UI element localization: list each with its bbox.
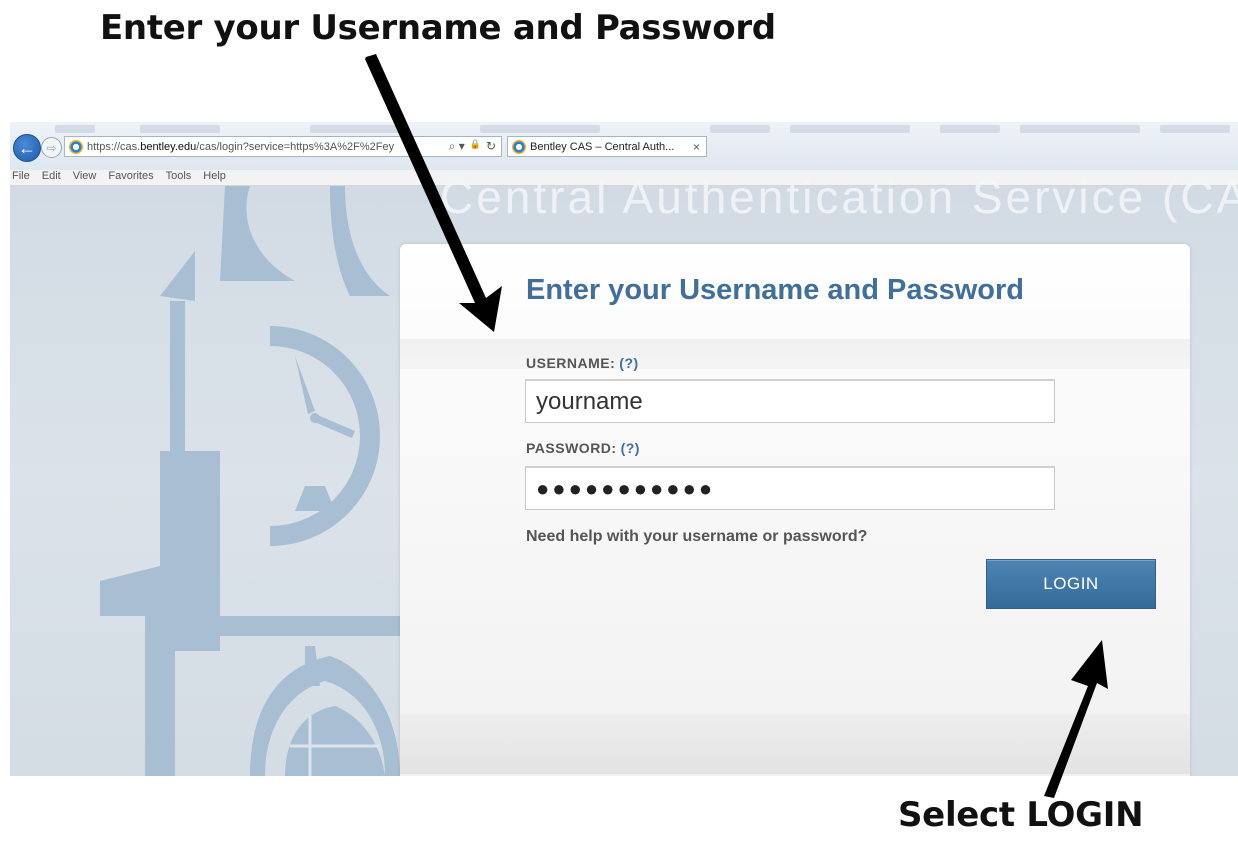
favorites-strip (140, 125, 220, 133)
clock-tower-watermark (100, 186, 420, 776)
login-heading: Enter your Username and Password (526, 274, 1024, 306)
instruction-caption-top: Enter your Username and Password (100, 8, 776, 48)
forward-button[interactable]: ⇨ (41, 137, 62, 158)
username-field[interactable] (525, 379, 1055, 423)
page-content: Central Authentication Service (CAS) Ent… (10, 171, 1238, 776)
username-label: USERNAME: (?) (526, 355, 639, 371)
menu-item-tools[interactable]: Tools (166, 170, 192, 185)
login-card: Enter your Username and Password USERNAM… (400, 244, 1190, 776)
login-button[interactable]: LOGIN (986, 559, 1156, 609)
address-bar[interactable]: https://cas.bentley.edu/cas/login?servic… (64, 136, 502, 157)
help-link[interactable]: Need help with your username or password… (526, 528, 867, 546)
url-text: https://cas.bentley.edu/cas/login?servic… (87, 141, 394, 153)
browser-screenshot: ← ⇨ https://cas.bentley.edu/cas/login?se… (10, 122, 1238, 776)
ie-logo-icon (512, 139, 526, 154)
search-icon[interactable]: ⌕ ▾ (449, 139, 465, 154)
password-label: PASSWORD: (?) (526, 440, 640, 456)
back-arrow-icon: ← (18, 138, 36, 158)
password-field[interactable] (525, 466, 1055, 510)
menu-item-view[interactable]: View (73, 170, 97, 185)
password-label-text: PASSWORD: (526, 440, 617, 456)
favorites-strip (55, 125, 95, 133)
favorites-strip (710, 125, 770, 133)
address-tools: ⌕ ▾ 🔒 ↻ (449, 139, 501, 154)
ie-logo-icon (69, 139, 83, 154)
browser-tab[interactable]: Bentley CAS – Central Auth... × (507, 136, 707, 157)
tab-title: Bentley CAS – Central Auth... (530, 140, 675, 153)
close-icon[interactable]: × (693, 140, 706, 154)
menu-item-help[interactable]: Help (203, 170, 226, 185)
browser-toolbar: ← ⇨ https://cas.bentley.edu/cas/login?se… (10, 122, 1238, 170)
favorites-strip (940, 125, 1000, 133)
forward-arrow-icon: ⇨ (46, 140, 57, 155)
instruction-caption-bottom: Select LOGIN (898, 795, 1144, 835)
card-footer (400, 714, 1190, 774)
url-prefix: https://cas. (87, 140, 141, 153)
username-help-link[interactable]: (?) (619, 355, 638, 371)
back-button[interactable]: ← (13, 134, 41, 162)
menu-item-edit[interactable]: Edit (42, 170, 61, 185)
lock-icon[interactable]: 🔒 (470, 139, 481, 154)
menu-item-favorites[interactable]: Favorites (108, 170, 153, 185)
favorites-strip (1020, 125, 1140, 133)
favorites-strip (790, 125, 910, 133)
url-path: /cas/login?service=https%3A%2F%2Fey (196, 140, 395, 153)
favorites-strip (1160, 125, 1230, 133)
password-help-link[interactable]: (?) (621, 440, 640, 456)
favorites-strip (480, 125, 600, 133)
refresh-icon[interactable]: ↻ (486, 139, 496, 154)
banner-title: Central Authentication Service (CAS) (440, 171, 1238, 223)
menu-item-file[interactable]: File (12, 170, 30, 185)
card-band (400, 339, 1190, 369)
favorites-strip (310, 125, 400, 133)
url-domain: bentley.edu (140, 140, 197, 153)
username-label-text: USERNAME: (526, 355, 616, 371)
